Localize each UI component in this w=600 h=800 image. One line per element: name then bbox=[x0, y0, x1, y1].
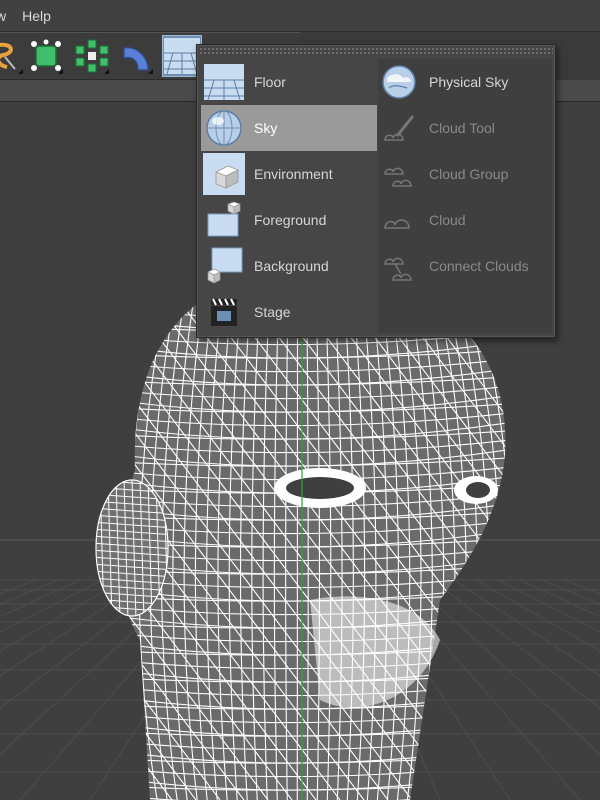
palette-item-label: Sky bbox=[254, 120, 278, 136]
spline-pen-button[interactable] bbox=[0, 35, 26, 77]
cloud-tool-icon bbox=[378, 107, 420, 149]
palette-grip[interactable] bbox=[199, 47, 553, 54]
palette-item-cloud-tool[interactable]: Cloud Tool bbox=[378, 105, 552, 151]
array-modifier-button[interactable] bbox=[72, 35, 112, 77]
palette-item-sky[interactable]: Sky bbox=[201, 105, 377, 151]
scene-objects-palette: Floor Sky Environment Foreground Backgro… bbox=[196, 44, 556, 338]
palette-left-column: Floor Sky Environment Foreground Backgro… bbox=[201, 59, 377, 335]
menu-bar: w Help bbox=[0, 0, 600, 32]
palette-item-label: Background bbox=[254, 258, 329, 274]
menu-window[interactable]: w bbox=[0, 8, 22, 24]
spline-pen-icon bbox=[0, 42, 16, 70]
connect-clouds-icon bbox=[378, 245, 420, 287]
palette-item-background[interactable]: Background bbox=[201, 243, 377, 289]
palette-item-label: Cloud bbox=[429, 212, 466, 228]
palette-item-stage[interactable]: Stage bbox=[201, 289, 377, 335]
palette-right-column: Physical Sky Cloud Tool Cloud Group Clou… bbox=[378, 59, 552, 333]
stage-icon bbox=[203, 291, 245, 333]
palette-item-connect-clouds[interactable]: Connect Clouds bbox=[378, 243, 552, 289]
cloud-group-icon bbox=[378, 153, 420, 195]
palette-item-label: Stage bbox=[254, 304, 291, 320]
sky-icon bbox=[203, 107, 245, 149]
menu-help[interactable]: Help bbox=[22, 8, 61, 24]
physical-sky-icon bbox=[378, 61, 420, 103]
foreground-icon bbox=[203, 199, 245, 241]
bend-deformer-button[interactable] bbox=[116, 35, 156, 77]
palette-item-floor[interactable]: Floor bbox=[201, 59, 377, 105]
palette-item-label: Foreground bbox=[254, 212, 327, 228]
environment-icon bbox=[203, 153, 245, 195]
palette-item-label: Cloud Group bbox=[429, 166, 509, 182]
cube-generator-button[interactable] bbox=[26, 35, 66, 77]
palette-item-cloud-group[interactable]: Cloud Group bbox=[378, 151, 552, 197]
palette-item-label: Environment bbox=[254, 166, 333, 182]
background-icon bbox=[203, 245, 245, 287]
palette-item-physical-sky[interactable]: Physical Sky bbox=[378, 59, 552, 105]
cloud-icon bbox=[378, 199, 420, 241]
palette-item-foreground[interactable]: Foreground bbox=[201, 197, 377, 243]
floor-icon bbox=[203, 61, 245, 103]
palette-item-label: Floor bbox=[254, 74, 286, 90]
palette-item-cloud[interactable]: Cloud bbox=[378, 197, 552, 243]
palette-item-label: Physical Sky bbox=[429, 74, 509, 90]
palette-item-label: Cloud Tool bbox=[429, 120, 495, 136]
palette-item-environment[interactable]: Environment bbox=[201, 151, 377, 197]
palette-item-label: Connect Clouds bbox=[429, 258, 529, 274]
